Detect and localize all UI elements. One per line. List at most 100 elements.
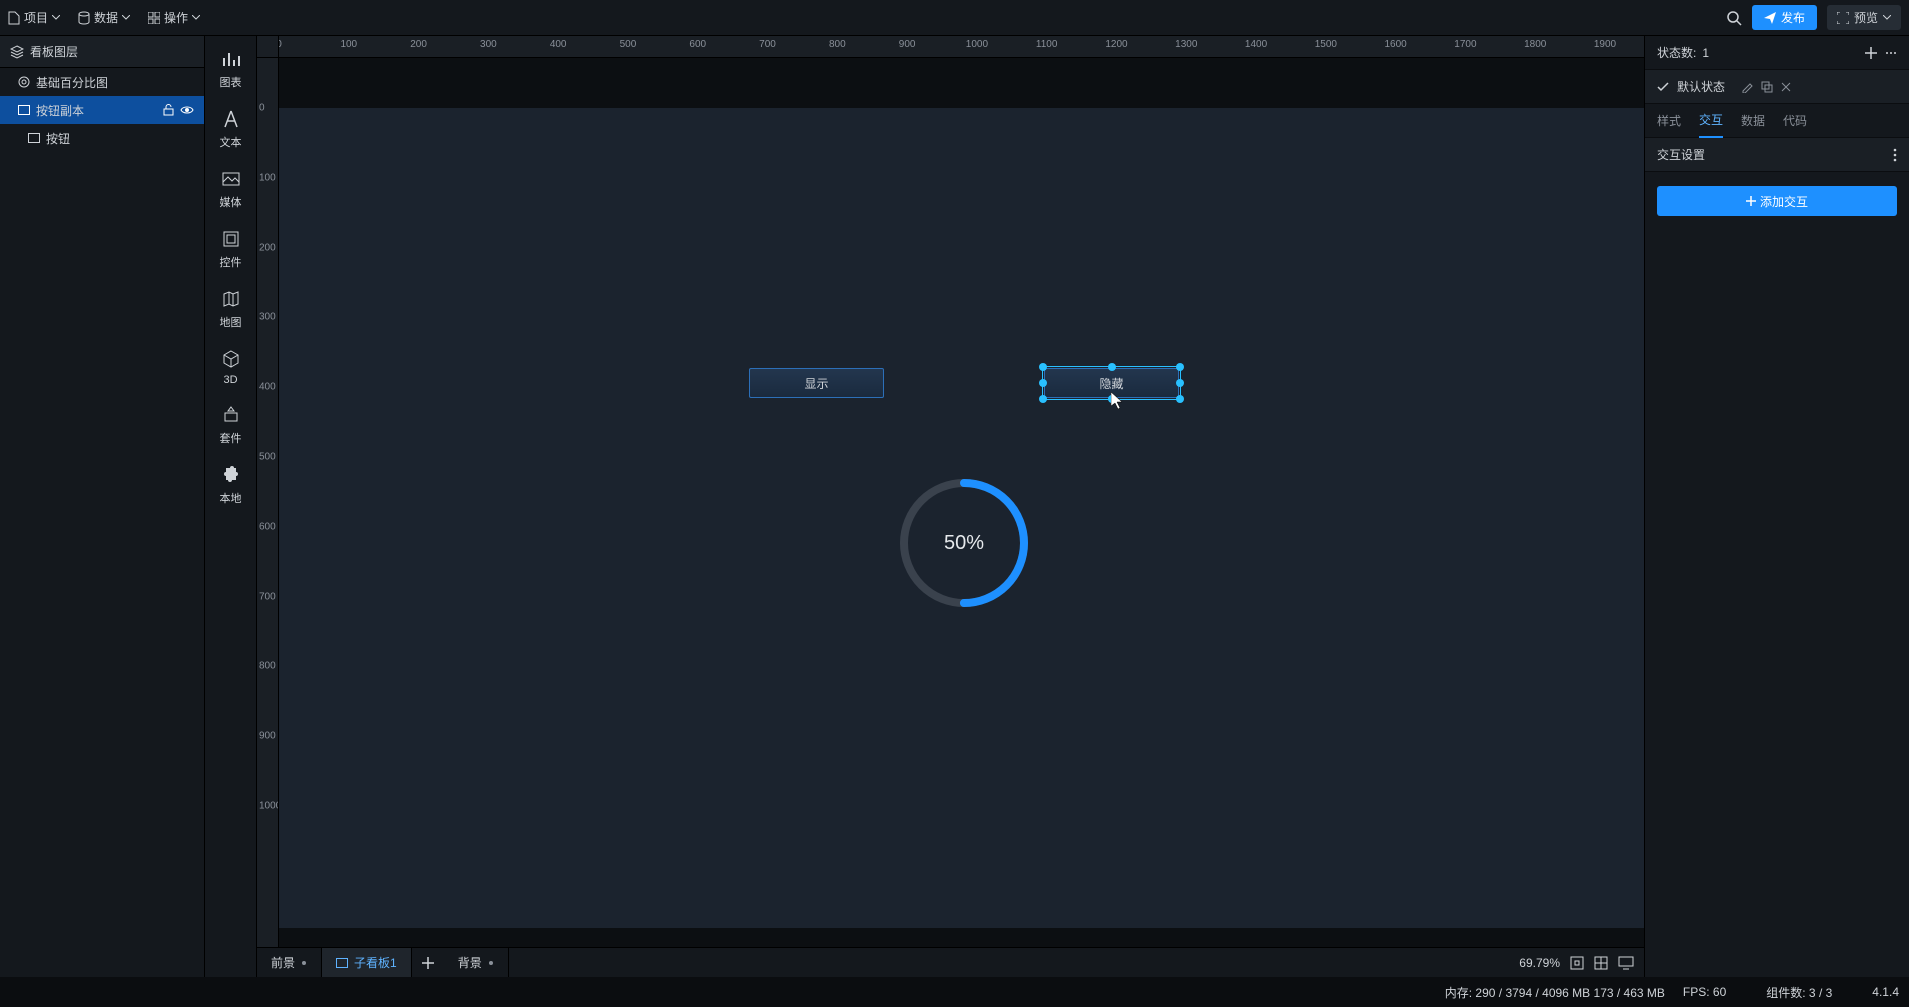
preview-button[interactable]: 预览 [1827,5,1901,30]
check-icon [1657,82,1669,92]
puzzle-icon [220,464,242,486]
layers-panel: 看板图层 基础百分比图 按钮副本 [0,36,205,977]
ruler-vertical: 01002003004005006007008009001000 [257,58,279,947]
section-label: 交互设置 [1657,146,1705,163]
dot-icon [488,960,494,966]
tab-style[interactable]: 样式 [1657,104,1681,137]
state-count-label: 状态数: [1657,44,1696,61]
rail-map[interactable]: 地图 [220,288,242,330]
status-bar: 内存: 290 / 3794 / 4096 MB 173 / 463 MB FP… [0,977,1909,1007]
add-tab-button[interactable] [412,948,444,977]
chevron-down-icon [1883,15,1891,20]
board-icon [336,958,348,968]
top-toolbar: 项目 数据 操作 [0,0,1909,36]
rect-icon [28,133,40,143]
tab-interaction[interactable]: 交互 [1699,103,1723,138]
close-icon[interactable] [1781,82,1791,92]
database-icon [78,11,90,25]
layer-item-button-copy[interactable]: 按钮副本 [0,96,204,124]
more-vert-icon[interactable] [1893,148,1897,162]
rail-label: 本地 [220,490,242,506]
add-interaction-button[interactable]: 添加交互 [1657,186,1897,216]
zoom-value[interactable]: 69.79% [1519,956,1560,970]
property-tabs: 样式 交互 数据 代码 [1645,104,1909,138]
copy-icon[interactable] [1761,81,1773,93]
preview-label: 预览 [1854,9,1878,26]
grid-icon [148,12,160,24]
percentage-gauge[interactable]: 50% [889,468,1039,618]
canvas-button-hide[interactable]: 隐藏 [1044,368,1179,398]
menu-actions[interactable]: 操作 [148,9,200,26]
rail-label: 文本 [220,134,242,150]
rail-label: 图表 [220,74,242,90]
menu-project[interactable]: 项目 [8,9,60,26]
rail-3d[interactable]: 3D [220,348,242,386]
tab-data[interactable]: 数据 [1741,104,1765,137]
status-memory: 内存: 290 / 3794 / 4096 MB 173 / 463 MB [1445,984,1665,1001]
layers-header: 看板图层 [0,36,204,68]
artboard-tabs: 前景 子看板1 背景 69.79% [257,947,1644,977]
kit-icon [220,404,242,426]
chevron-down-icon [52,15,60,20]
layer-label: 基础百分比图 [36,74,108,91]
tab-code[interactable]: 代码 [1783,104,1807,137]
tab-background[interactable]: 背景 [444,948,509,977]
media-icon [220,168,242,190]
rail-widget[interactable]: 控件 [220,228,242,270]
tab-label: 背景 [458,954,482,971]
rail-local[interactable]: 本地 [220,464,242,506]
state-name: 默认状态 [1677,78,1725,95]
canvas-button-show[interactable]: 显示 [749,368,884,398]
cube-icon [220,348,242,370]
chart-icon [220,48,242,70]
rail-media[interactable]: 媒体 [220,168,242,210]
canvas-button-label: 显示 [804,375,828,392]
search-icon[interactable] [1726,10,1742,26]
chevron-down-icon [192,15,200,20]
monitor-icon[interactable] [1618,956,1634,970]
widget-icon [220,228,242,250]
publish-button[interactable]: 发布 [1752,5,1817,30]
ruler-horizontal: 0100200300400500600700800900100011001200… [279,36,1644,58]
map-icon [220,288,242,310]
status-version: 4.1.4 [1872,985,1899,999]
edit-icon[interactable] [1741,81,1753,93]
menu-label: 项目 [24,9,48,26]
tab-foreground[interactable]: 前景 [257,948,322,977]
send-icon [1764,12,1776,24]
rail-label: 媒体 [220,194,242,210]
fit-icon[interactable] [1570,956,1584,970]
layers-title: 看板图层 [30,43,78,60]
ring-icon [18,76,30,88]
state-default-row[interactable]: 默认状态 [1645,70,1909,104]
canvas-viewport[interactable]: 显示 隐藏 [279,58,1644,947]
rail-label: 3D [223,374,237,386]
menu-label: 操作 [164,9,188,26]
main-menu: 项目 数据 操作 [8,9,200,26]
eye-icon[interactable] [180,104,194,116]
tab-subboard[interactable]: 子看板1 [322,948,412,977]
chevron-down-icon [122,15,130,20]
layer-label: 按钮 [46,130,70,147]
tab-label: 前景 [271,954,295,971]
ruler-corner [257,36,279,58]
plus-icon[interactable] [1865,47,1877,59]
more-icon[interactable] [1885,47,1897,59]
interaction-section-header: 交互设置 [1645,138,1909,172]
publish-label: 发布 [1781,9,1805,26]
rail-chart[interactable]: 图表 [220,48,242,90]
rail-kit[interactable]: 套件 [220,404,242,446]
layer-label: 按钮副本 [36,102,84,119]
state-count-row: 状态数: 1 [1645,36,1909,70]
unlock-icon[interactable] [163,104,174,116]
layout-icon[interactable] [1594,956,1608,970]
gauge-value: 50% [889,468,1039,618]
layer-item-button[interactable]: 按钮 [0,124,204,152]
rail-text[interactable]: 文本 [220,108,242,150]
artboard[interactable]: 显示 隐藏 [279,108,1644,928]
dot-icon [301,960,307,966]
add-interaction-label: 添加交互 [1760,193,1808,210]
rect-icon [18,105,30,115]
layer-item-gauge[interactable]: 基础百分比图 [0,68,204,96]
menu-data[interactable]: 数据 [78,9,130,26]
